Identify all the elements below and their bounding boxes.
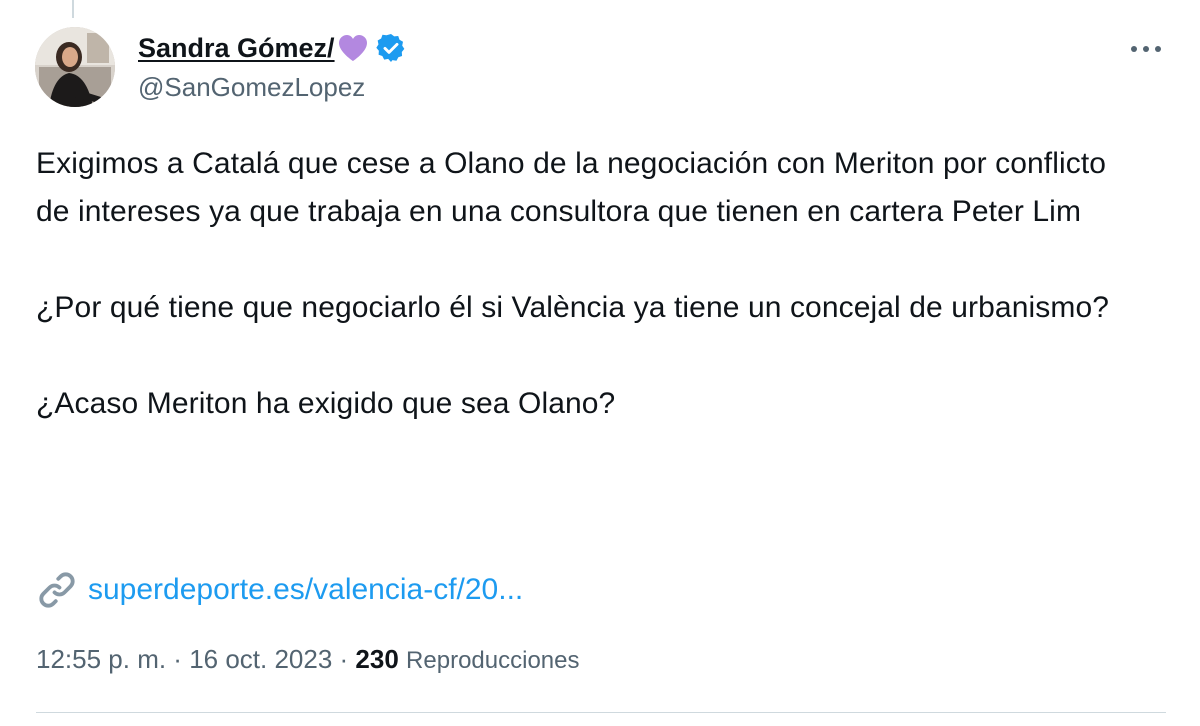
- tweet-link[interactable]: superdeporte.es/valencia-cf/20...: [36, 566, 523, 614]
- avatar-photo: [35, 27, 115, 107]
- tweet-time[interactable]: 12:55 p. m.: [36, 644, 166, 675]
- views-count: 230: [355, 644, 399, 674]
- purple-heart-icon: [337, 33, 369, 63]
- author-display-name[interactable]: Sandra Gómez/: [138, 33, 335, 64]
- more-dots-icon: [1131, 46, 1161, 52]
- tweet-paragraph: Exigimos a Catalá que cese a Olano de la…: [36, 147, 1107, 228]
- tweet-paragraph: ¿Por qué tiene que negociarlo él si Valè…: [36, 291, 1110, 324]
- tweet-paragraph: ¿Acaso Meriton ha exigido que sea Olano?: [36, 387, 616, 420]
- author-name-row: Sandra Gómez/: [138, 28, 407, 68]
- author-handle[interactable]: @SanGomezLopez: [138, 72, 407, 103]
- meta-separator: ·: [332, 644, 356, 674]
- tweet-date[interactable]: 16 oct. 2023: [189, 644, 332, 675]
- link-url-text[interactable]: superdeporte.es/valencia-cf/20...: [88, 573, 523, 607]
- author-block: Sandra Gómez/ @SanGomezLopez: [138, 28, 407, 103]
- link-icon: [36, 569, 78, 611]
- avatar[interactable]: [35, 27, 115, 107]
- tweet-text: Exigimos a Catalá que cese a Olano de la…: [36, 140, 1136, 428]
- verified-badge-icon[interactable]: [375, 32, 407, 64]
- views-label: Reproducciones: [406, 647, 580, 674]
- thread-connector-line: [72, 0, 74, 18]
- divider: [36, 712, 1166, 713]
- meta-separator: ·: [166, 644, 190, 674]
- tweet-metadata: 12:55 p. m. · 16 oct. 2023 · 230 Reprodu…: [36, 644, 579, 675]
- more-options-button[interactable]: [1126, 34, 1166, 64]
- views-space: [399, 644, 406, 675]
